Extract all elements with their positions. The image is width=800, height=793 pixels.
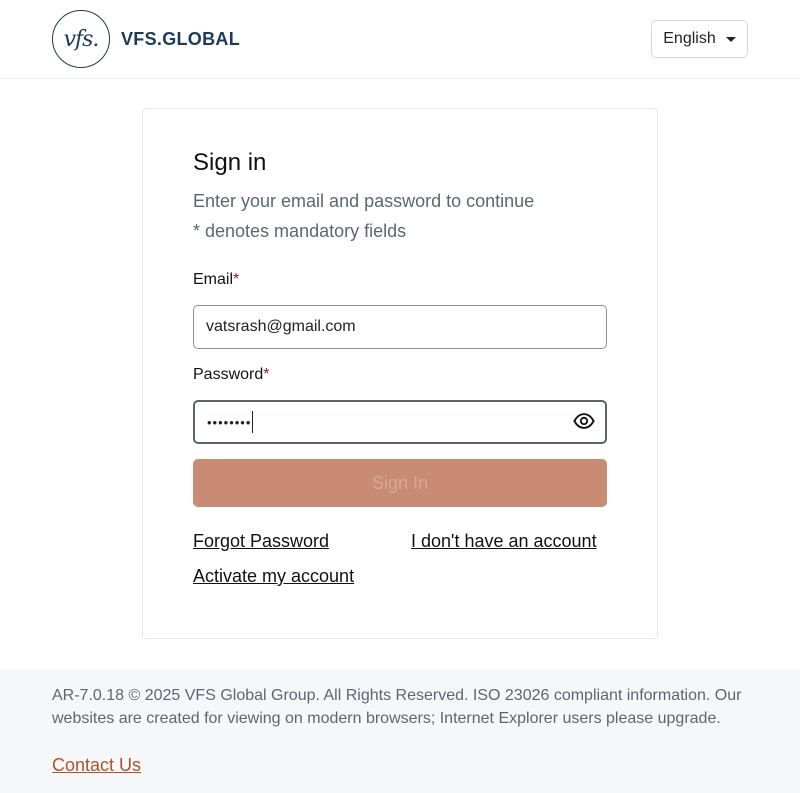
password-field[interactable]: •••••••• (193, 400, 607, 444)
language-dropdown[interactable]: English (651, 20, 748, 58)
mandatory-note: * denotes mandatory fields (193, 221, 407, 241)
logo-text: VFS.GLOBAL (121, 28, 240, 49)
eye-icon[interactable] (573, 410, 595, 432)
contact-us-link[interactable]: Contact Us (52, 755, 141, 776)
activate-account-link[interactable]: Activate my account (193, 566, 354, 587)
password-label: Password* (193, 366, 269, 384)
footer-copyright: AR-7.0.18 © 2025 VFS Global Group. All R… (52, 687, 742, 727)
no-account-link[interactable]: I don't have an account (411, 531, 597, 552)
caret-down-icon (725, 36, 736, 42)
email-label: Email* (193, 271, 239, 289)
forgot-password-link[interactable]: Forgot Password (193, 531, 329, 552)
email-field[interactable]: vatsrash@gmail.com (193, 305, 607, 349)
site-footer: AR-7.0.18 © 2025 VFS Global Group. All R… (0, 669, 800, 793)
site-header: vfs. VFS.GLOBAL English (0, 0, 800, 79)
required-marker: * (233, 271, 240, 288)
password-label-text: Password (193, 366, 264, 383)
password-masked-value: •••••••• (207, 414, 252, 430)
page-title: Sign in (193, 149, 267, 176)
email-label-text: Email (193, 271, 234, 288)
text-cursor (252, 411, 254, 433)
email-value: vatsrash@gmail.com (206, 318, 356, 335)
required-marker: * (263, 366, 270, 383)
logo-mark: vfs. (52, 10, 110, 68)
vfs-global-logo[interactable]: vfs. VFS.GLOBAL (52, 10, 240, 68)
sign-in-button[interactable]: Sign In (193, 459, 607, 507)
signin-subtitle: Enter your email and password to continu… (193, 191, 535, 211)
signin-card: Sign in Enter your email and password to… (142, 108, 658, 639)
language-label: English (663, 30, 716, 47)
